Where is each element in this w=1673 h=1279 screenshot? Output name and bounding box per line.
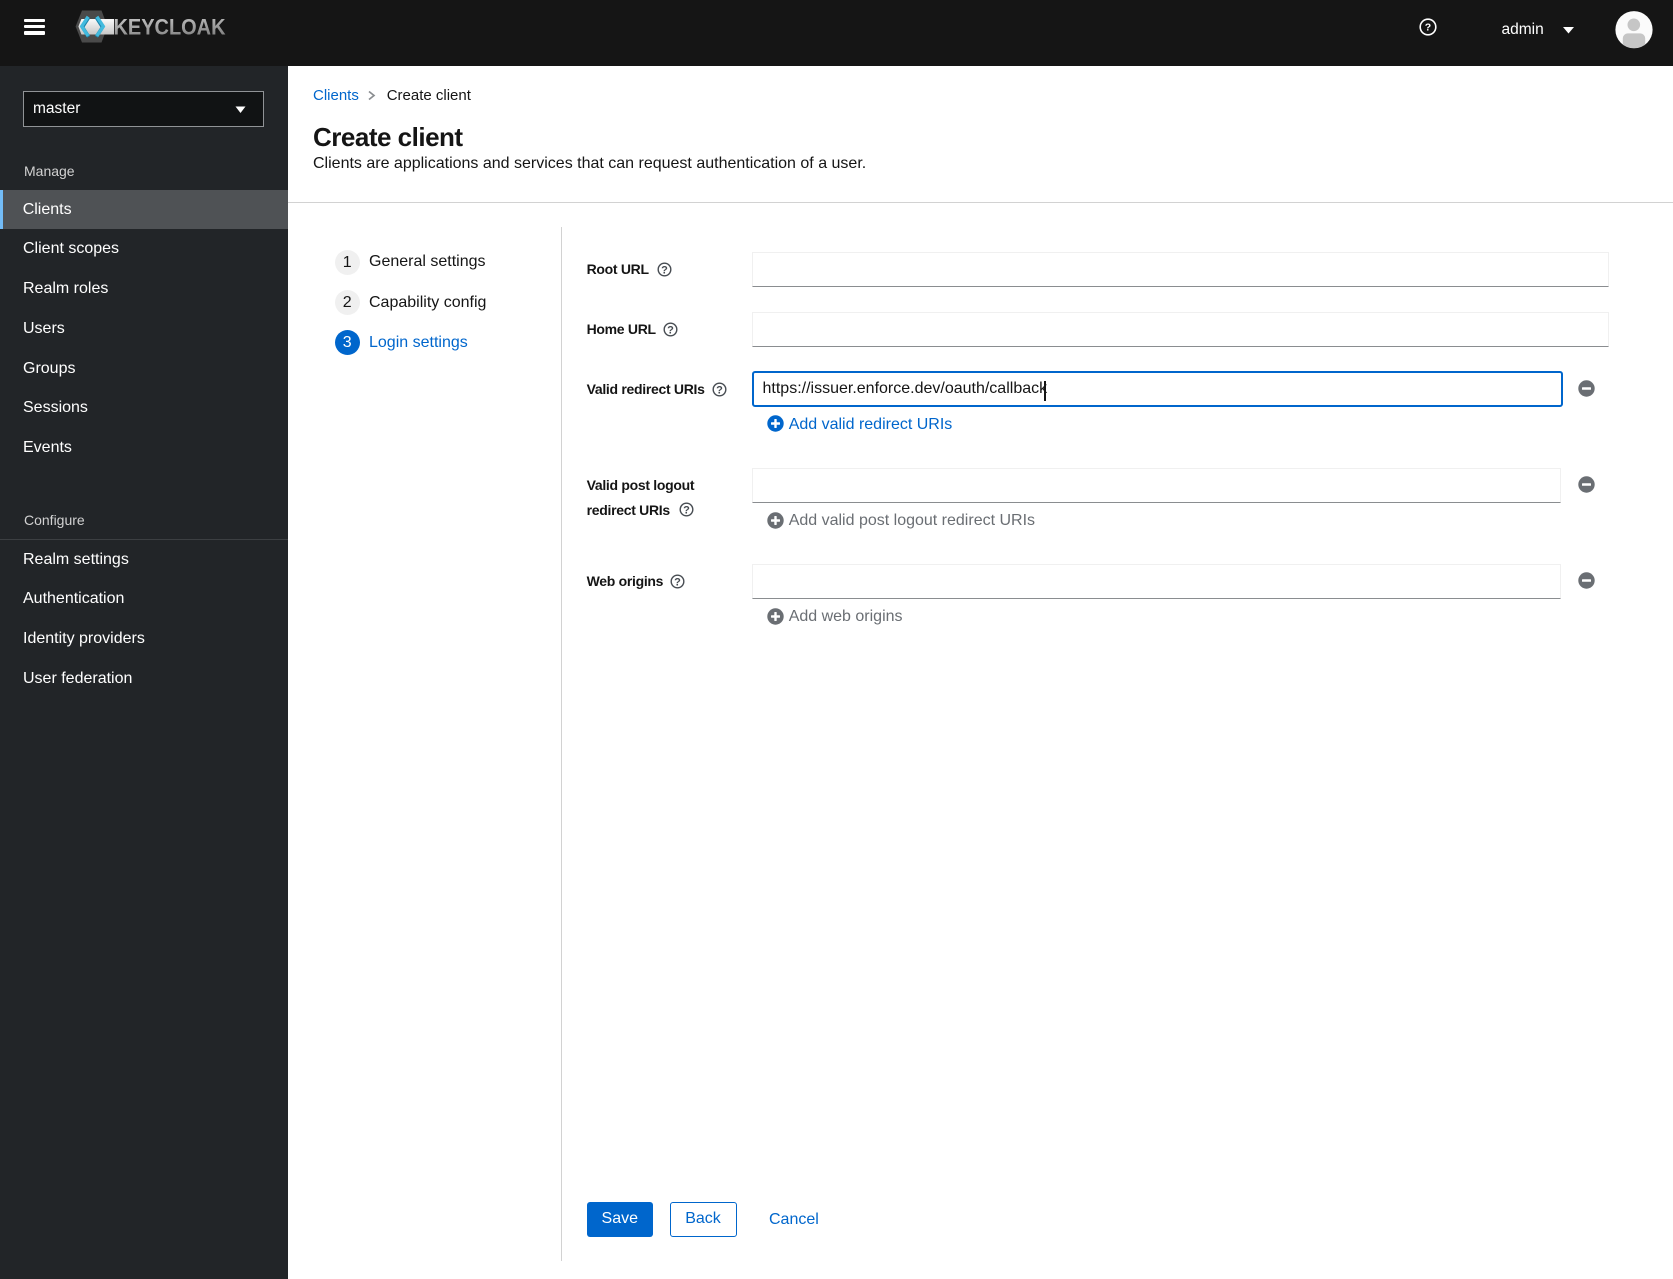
svg-text:?: ? [674, 576, 681, 588]
svg-text:?: ? [667, 324, 674, 336]
svg-text:?: ? [683, 505, 690, 517]
svg-text:?: ? [661, 264, 668, 276]
svg-text:?: ? [717, 384, 724, 396]
svg-text:?: ? [1425, 21, 1431, 33]
svg-text:KEYCLOAK: KEYCLOAK [114, 14, 226, 39]
